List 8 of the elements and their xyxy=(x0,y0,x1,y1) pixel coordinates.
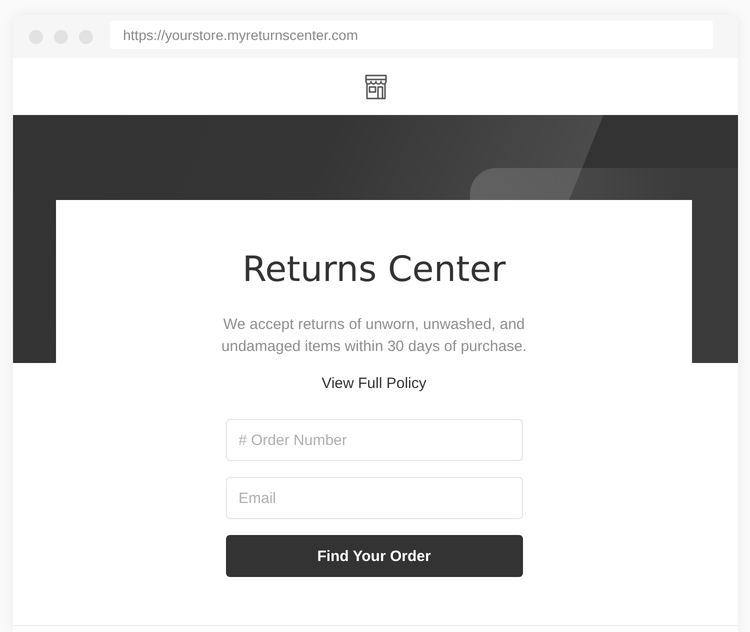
page-title: Returns Center xyxy=(242,249,506,292)
policy-description: We accept returns of unworn, unwashed, and undamaged items within 30 days of purchase. xyxy=(221,315,527,357)
storefront-icon xyxy=(362,74,388,100)
url-text: https://yourstore.myreturnscenter.com xyxy=(123,26,358,42)
view-policy-link[interactable]: View Full Policy xyxy=(322,373,426,395)
find-order-button[interactable]: Find Your Order xyxy=(226,535,522,577)
email-field[interactable]: Email xyxy=(226,477,522,519)
order-number-field[interactable]: # Order Number xyxy=(226,419,522,461)
